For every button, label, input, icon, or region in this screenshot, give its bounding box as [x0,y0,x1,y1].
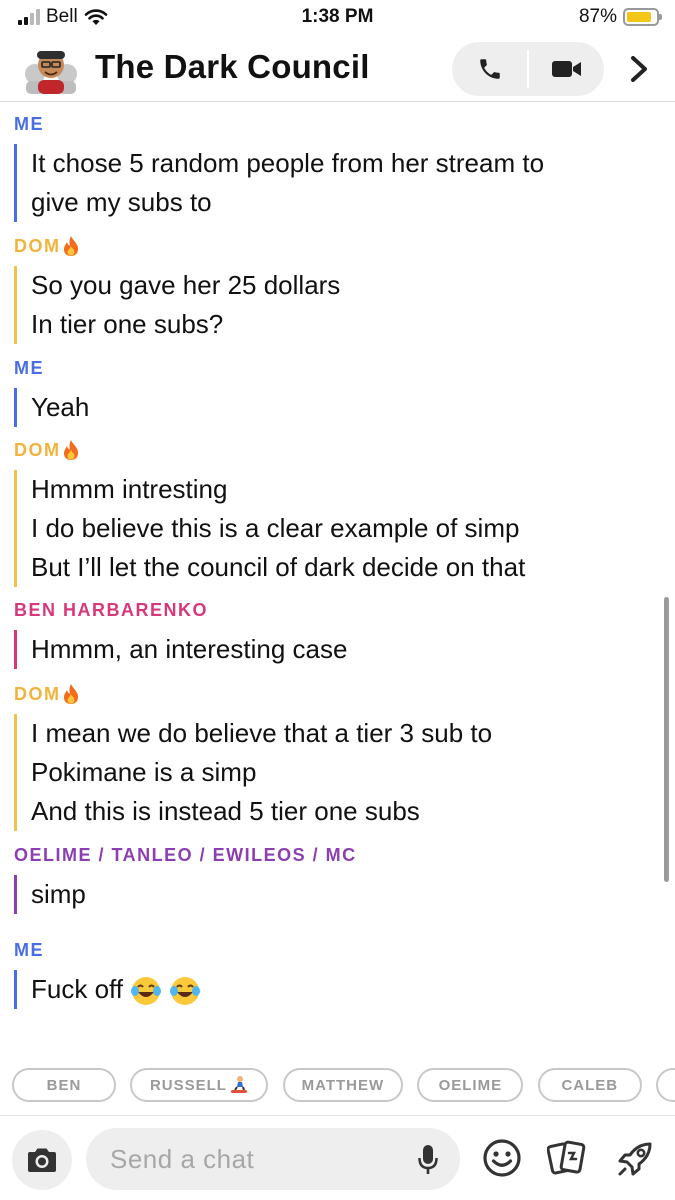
mention-chips: BEN RUSSELL MATTHEW OELIME CALEB DO [12,1068,675,1104]
chat-header: The Dark Council [0,36,675,102]
message-text: But I’ll let the council of dark decide … [31,552,526,582]
status-bar: Bell 1:38 PM 87% [0,0,675,36]
snowboarder-emoji-icon [230,1076,247,1093]
battery-percent: 87% [578,6,617,27]
chat-input[interactable]: Send a chat [86,1128,460,1190]
sender-label: ME [14,940,44,960]
microphone-icon[interactable] [418,1144,438,1176]
sender-label: DOM [14,438,654,462]
message-text: I mean we do believe that a tier 3 sub t… [31,718,493,748]
sender-label: DOM [14,234,654,258]
message-text: Hmmm, an interesting case [31,634,348,664]
tears-of-joy-emoji-icon [170,977,201,1006]
rocket-icon[interactable] [614,1138,656,1180]
message-body[interactable]: I mean we do believe that a tier 3 sub t… [14,714,654,831]
message-text: And this is instead 5 tier one subs [31,796,420,826]
battery-icon [623,8,662,26]
chat-input-bar: Send a chat [0,1115,675,1200]
video-call-button[interactable] [529,42,604,96]
message-text: give my subs to [31,187,212,217]
clock: 1:38 PM [301,6,374,27]
camera-button[interactable] [12,1130,72,1190]
chat-title[interactable]: The Dark Council [95,48,370,86]
message-text: So you gave her 25 dollars [31,270,341,300]
mention-chip-matthew[interactable]: MATTHEW [282,1068,403,1102]
message-group: BEN HARBARENKO Hmmm, an interesting case [14,598,654,669]
message-group: ME It chose 5 random people from her str… [14,112,654,222]
message-body[interactable]: So you gave her 25 dollars In tier one s… [14,266,654,344]
sender-label: OELIME / TANLEO / EWILEOS / MC [14,845,357,865]
status-right: 87% [578,6,662,28]
scrollbar[interactable] [664,597,669,882]
phone-icon [479,59,500,79]
message-body[interactable]: Fuck off [14,970,654,1009]
smiley-icon[interactable] [482,1138,522,1178]
tears-of-joy-emoji-icon [131,977,162,1006]
message-text: Fuck off [31,974,124,1004]
camera-icon [28,1148,56,1172]
message-group: DOM So you gave her 25 dollars In tier o… [14,234,654,344]
chat-input-placeholder: Send a chat [110,1144,255,1174]
message-group: OELIME / TANLEO / EWILEOS / MC simp [14,843,654,914]
group-avatar[interactable] [22,44,80,94]
message-text: Yeah [31,392,90,422]
message-body[interactable]: Hmmm intresting I do believe this is a c… [14,470,654,587]
mention-chip-oelime[interactable]: OELIME [417,1068,524,1102]
message-body[interactable]: Hmmm, an interesting case [14,630,654,669]
fire-emoji-icon [63,684,78,704]
mention-chip-partial[interactable]: DO [656,1068,675,1102]
video-icon [551,61,581,77]
message-text: I do believe this is a clear example of … [31,513,520,543]
message-body[interactable]: simp [14,875,654,914]
sender-label: BEN HARBARENKO [14,600,209,620]
message-text: Pokimane is a simp [31,757,257,787]
cards-icon[interactable] [547,1138,587,1178]
message-group: DOM Hmmm intresting I do believe this is… [14,438,654,587]
message-group: DOM I mean we do believe that a tier 3 s… [14,682,654,831]
message-group: ME Yeah [14,356,654,427]
fire-emoji-icon [63,440,78,460]
mention-chip-caleb[interactable]: CALEB [537,1068,642,1102]
call-controls [452,42,604,96]
message-body[interactable]: Yeah [14,388,654,427]
message-body[interactable]: It chose 5 random people from her stream… [14,144,654,222]
mention-chip-ben[interactable]: BEN [12,1068,116,1102]
chat-info-button[interactable] [624,48,654,90]
mention-chip-russell[interactable]: RUSSELL [130,1068,269,1102]
sender-label: DOM [14,682,654,706]
message-text: Hmmm intresting [31,474,228,504]
fire-emoji-icon [63,236,78,256]
sender-label: ME [14,114,44,134]
chevron-right-icon [631,56,647,82]
sender-label: ME [14,358,44,378]
message-text: simp [31,879,86,909]
message-group: ME Fuck off [14,938,654,1009]
voice-call-button[interactable] [452,42,527,96]
message-text-row: Fuck off [31,970,654,1009]
message-text: In tier one subs? [31,309,224,339]
message-text: It chose 5 random people from her stream… [31,148,545,178]
